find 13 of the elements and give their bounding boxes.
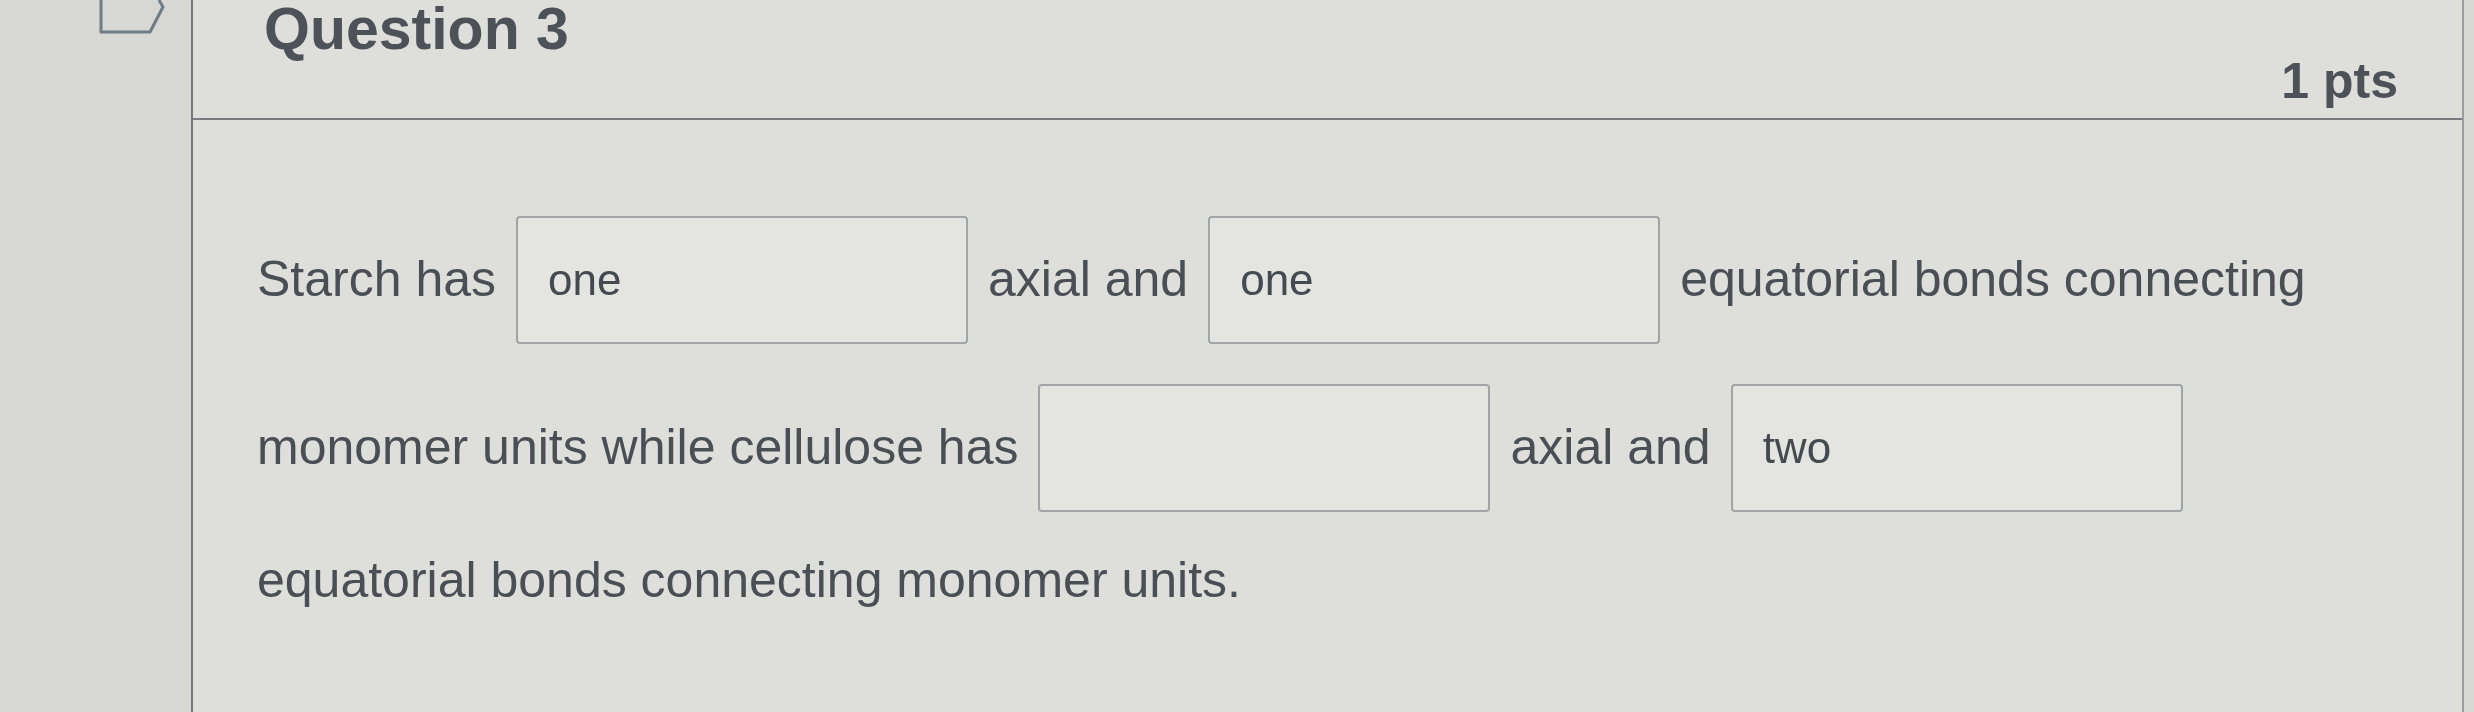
question-text: Starch has (257, 251, 496, 309)
tag-icon[interactable] (99, 0, 165, 34)
question-text: monomer units while cellulose has (257, 419, 1019, 477)
question-text: equatorial bonds connecting monomer units. (257, 552, 1241, 610)
answer-field[interactable]: one (516, 216, 968, 344)
question-text: axial and (988, 251, 1189, 309)
question-text: axial and (1510, 419, 1711, 477)
points-label: 1 pts (2281, 56, 2398, 106)
question-title: Question 3 (264, 0, 569, 59)
answer-field[interactable]: one (1208, 216, 1661, 344)
answer-field[interactable] (1038, 384, 1491, 512)
answer-field[interactable]: two (1730, 384, 2183, 512)
question-text: equatorial bonds connecting (1680, 251, 2306, 309)
